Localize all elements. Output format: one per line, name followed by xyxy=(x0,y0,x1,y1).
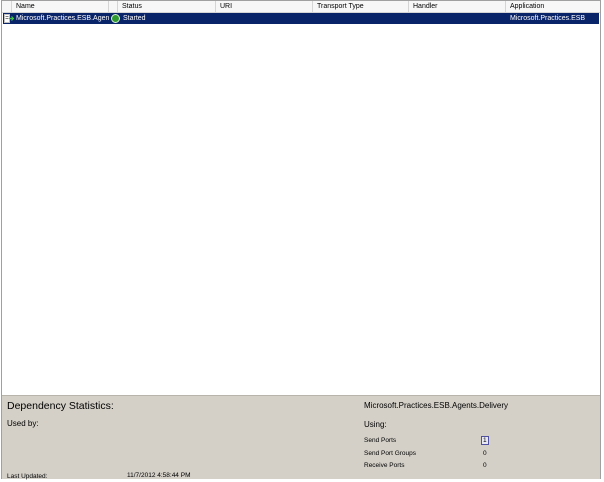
selected-artifact-name: Microsoft.Practices.ESB.Agents.Delivery xyxy=(364,401,509,410)
send-ports-label: Send Ports xyxy=(364,437,397,444)
using-label: Using: xyxy=(364,420,387,429)
header-status-icon-column[interactable] xyxy=(109,1,118,12)
header-transport-type[interactable]: Transport Type xyxy=(313,1,409,12)
table-row[interactable]: Microsoft.Practices.ESB.Agents_... Start… xyxy=(3,13,599,24)
receive-ports-label: Receive Ports xyxy=(364,462,405,469)
header-name[interactable]: Name xyxy=(12,1,109,12)
dependency-statistics-panel: Dependency Statistics: Used by: Microsof… xyxy=(2,395,600,480)
last-updated-value: 11/7/2012 4:58:44 PM xyxy=(127,472,191,479)
started-status-icon xyxy=(111,14,120,23)
used-by-label: Used by: xyxy=(7,419,39,428)
row-handler xyxy=(413,13,505,24)
receive-ports-count: 0 xyxy=(483,462,487,469)
header-icon-column[interactable] xyxy=(2,1,12,12)
row-transport-type xyxy=(317,13,409,24)
stats-title: Dependency Statistics: xyxy=(7,400,114,412)
send-port-groups-count: 0 xyxy=(483,450,487,457)
send-port-groups-label: Send Port Groups xyxy=(364,450,417,457)
column-header: Name Status URI Transport Type Handler A… xyxy=(2,1,600,13)
send-ports-count-link[interactable]: 1 xyxy=(481,436,489,445)
header-uri[interactable]: URI xyxy=(216,1,313,12)
row-name: Microsoft.Practices.ESB.Agents_... xyxy=(16,15,109,22)
send-port-icon xyxy=(4,14,14,23)
last-updated-label: Last Updated: xyxy=(7,473,48,480)
send-ports-count[interactable]: 1 xyxy=(481,436,489,445)
row-status: Started xyxy=(123,15,146,22)
row-application: Microsoft.Practices.ESB xyxy=(510,15,586,22)
header-application[interactable]: Application xyxy=(506,1,600,12)
header-status[interactable]: Status xyxy=(118,1,216,12)
results-pane: Name Status URI Transport Type Handler A… xyxy=(1,0,601,480)
row-uri xyxy=(220,13,312,24)
header-handler[interactable]: Handler xyxy=(409,1,506,12)
